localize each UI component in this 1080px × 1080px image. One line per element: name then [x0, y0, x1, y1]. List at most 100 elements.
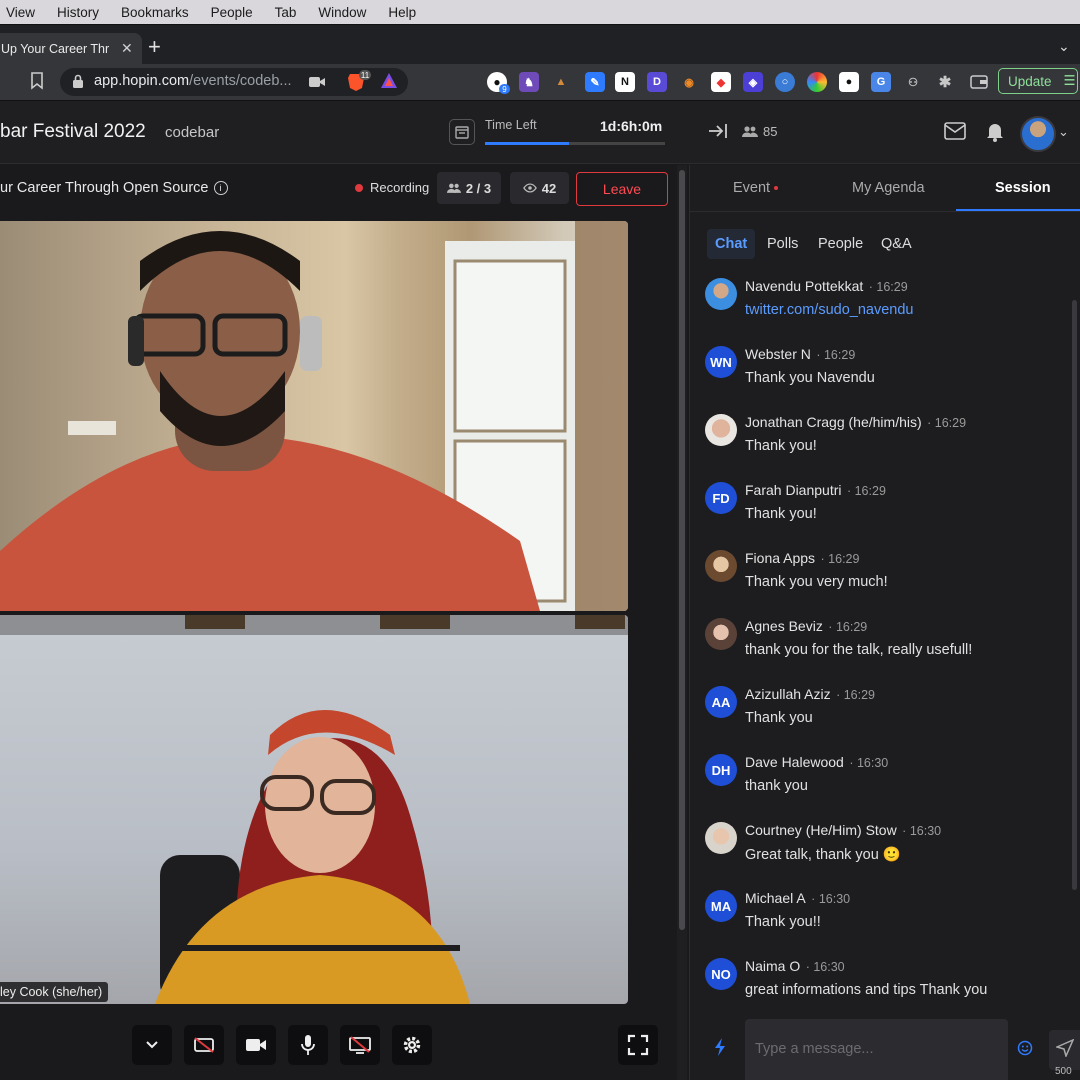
- camera-button[interactable]: [236, 1025, 276, 1065]
- message-time: 16:30: [818, 892, 851, 906]
- color-wheel-extension-icon[interactable]: [807, 72, 827, 92]
- sender-name[interactable]: Azizullah Aziz: [745, 686, 831, 702]
- glasses-extension-icon[interactable]: ⚇: [903, 72, 923, 92]
- avatar[interactable]: [705, 618, 737, 650]
- sender-name[interactable]: Agnes Beviz: [745, 618, 823, 634]
- sender-name[interactable]: Farah Dianputri: [745, 482, 842, 498]
- dot-extension-icon[interactable]: ●: [839, 72, 859, 92]
- avatar[interactable]: [705, 822, 737, 854]
- mail-icon[interactable]: [944, 122, 966, 145]
- menu-tab[interactable]: Tab: [275, 5, 297, 20]
- browser-tab-title: Up Your Career Thr: [1, 41, 110, 56]
- bookmark-icon[interactable]: [30, 72, 44, 95]
- video-tile-speaker-2[interactable]: [0, 615, 628, 1004]
- avatar[interactable]: FD: [705, 482, 737, 514]
- chat-message: WN Webster N · 16:29 Thank you Navendu: [705, 346, 1065, 414]
- sender-name[interactable]: Courtney (He/Him) Stow: [745, 822, 897, 838]
- update-button[interactable]: Update ☰: [998, 68, 1078, 94]
- message-time: 16:29: [823, 348, 856, 362]
- sail-extension-icon[interactable]: ▲: [551, 72, 571, 92]
- settings-button[interactable]: [392, 1025, 432, 1065]
- more-options-button[interactable]: [132, 1025, 172, 1065]
- time-left-value: 1d:6h:0m: [600, 118, 663, 134]
- cat-extension-icon[interactable]: ♞: [519, 72, 539, 92]
- browser-tab[interactable]: Up Your Career Thr ✕: [0, 33, 142, 64]
- close-tab-icon[interactable]: ✕: [121, 40, 133, 57]
- sender-name[interactable]: Dave Halewood: [745, 754, 844, 770]
- rss-extension-icon[interactable]: ◉: [679, 72, 699, 92]
- tab-session[interactable]: Session: [995, 180, 1051, 196]
- message-text: Great talk, thank you 🙂: [745, 847, 901, 863]
- info-icon[interactable]: i: [213, 181, 228, 196]
- message-link[interactable]: twitter.com/sudo_navendu: [745, 302, 913, 318]
- lightning-icon[interactable]: [713, 1037, 727, 1062]
- menu-history[interactable]: History: [57, 5, 99, 20]
- stage-scrollbar[interactable]: [679, 170, 685, 930]
- toggle-captions-button[interactable]: [184, 1025, 224, 1065]
- user-avatar[interactable]: [1020, 116, 1056, 152]
- sender-name[interactable]: Naima O: [745, 958, 800, 974]
- menu-people[interactable]: People: [211, 5, 253, 20]
- participants-pill[interactable]: 2 / 3: [437, 172, 501, 204]
- url-text[interactable]: app.hopin.com/events/codeb...: [94, 73, 292, 89]
- avatar[interactable]: MA: [705, 890, 737, 922]
- tab-my-agenda[interactable]: My Agenda: [852, 180, 925, 196]
- avatar[interactable]: NO: [705, 958, 737, 990]
- avatar[interactable]: DH: [705, 754, 737, 786]
- fullscreen-button[interactable]: [618, 1025, 658, 1065]
- avatar[interactable]: [705, 414, 737, 446]
- viewers-pill[interactable]: 42: [510, 172, 569, 204]
- puzzle-extensions-icon[interactable]: ✱: [935, 72, 955, 92]
- tab-event[interactable]: Event: [733, 180, 779, 196]
- lock-icon[interactable]: [72, 74, 84, 94]
- avatar[interactable]: WN: [705, 346, 737, 378]
- video-tile-speaker-1[interactable]: [0, 221, 628, 611]
- message-text: Thank you Navendu: [745, 370, 875, 386]
- new-tab-icon[interactable]: +: [148, 36, 161, 58]
- message-composer: [745, 1019, 1008, 1080]
- subtab-polls[interactable]: Polls: [767, 236, 798, 252]
- send-button[interactable]: [1049, 1030, 1080, 1070]
- chat-message: NO Naima O · 16:30 great informations an…: [705, 958, 1065, 1026]
- avatar-chevron-icon[interactable]: ⌄: [1058, 124, 1069, 140]
- avatar[interactable]: [705, 550, 737, 582]
- chat-message: Courtney (He/Him) Stow · 16:30 Great tal…: [705, 822, 1065, 890]
- chat-scrollbar[interactable]: [1072, 300, 1077, 890]
- circle-extension-icon[interactable]: ○: [775, 72, 795, 92]
- emoji-icon[interactable]: [1017, 1040, 1033, 1061]
- pen-extension-icon[interactable]: ✎: [585, 72, 605, 92]
- brave-rewards-icon[interactable]: [380, 72, 398, 95]
- menu-help[interactable]: Help: [388, 5, 416, 20]
- avatar[interactable]: [705, 278, 737, 310]
- screen-share-button[interactable]: [340, 1025, 380, 1065]
- subtab-qa[interactable]: Q&A: [881, 236, 912, 252]
- sender-name[interactable]: Navendu Pottekkat: [745, 278, 863, 294]
- dev-extension-icon[interactable]: D: [647, 72, 667, 92]
- tab-search-chevron-icon[interactable]: ⌄: [1058, 38, 1070, 55]
- sender-name[interactable]: Jonathan Cragg (he/him/his): [745, 414, 922, 430]
- menu-bookmarks[interactable]: Bookmarks: [121, 5, 189, 20]
- message-input[interactable]: [753, 1037, 1002, 1061]
- notion-extension-icon[interactable]: N: [615, 72, 635, 92]
- translate-extension-icon[interactable]: G: [871, 72, 891, 92]
- chat-extension-icon[interactable]: ◈: [743, 72, 763, 92]
- chat-message-list[interactable]: Navendu Pottekkat · 16:29 twitter.com/su…: [705, 278, 1065, 1026]
- collapse-panel-icon[interactable]: [708, 122, 728, 145]
- grid-extension-icon[interactable]: ◆: [711, 72, 731, 92]
- wallet-icon[interactable]: [969, 72, 989, 92]
- message-time: 16:30: [909, 824, 942, 838]
- organizer-name[interactable]: codebar: [165, 124, 219, 141]
- sender-name[interactable]: Webster N: [745, 346, 811, 362]
- subtab-people[interactable]: People: [818, 236, 863, 252]
- sender-name[interactable]: Fiona Apps: [745, 550, 815, 566]
- bell-icon[interactable]: [986, 122, 1004, 147]
- camera-indicator-icon[interactable]: [309, 75, 325, 93]
- menu-view[interactable]: View: [6, 5, 35, 20]
- microphone-button[interactable]: [288, 1025, 328, 1065]
- leave-button[interactable]: Leave: [576, 172, 668, 206]
- avatar[interactable]: AA: [705, 686, 737, 718]
- message-text: Thank you: [745, 710, 813, 726]
- sender-name[interactable]: Michael A: [745, 890, 806, 906]
- menu-window[interactable]: Window: [318, 5, 366, 20]
- subtab-chat[interactable]: Chat: [715, 236, 747, 252]
